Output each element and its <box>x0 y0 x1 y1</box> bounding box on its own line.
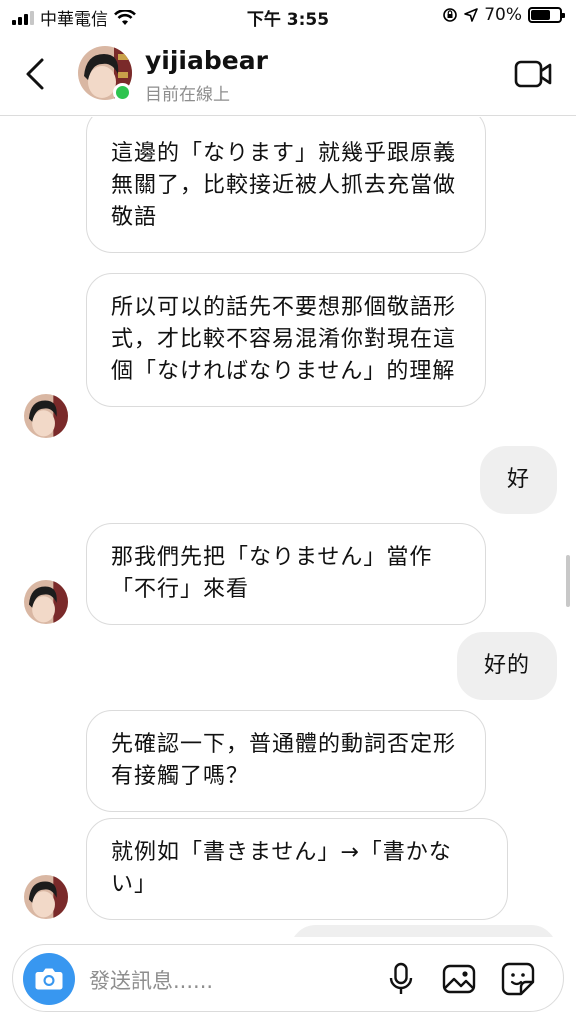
orientation-lock-icon <box>443 8 458 22</box>
sender-avatar[interactable] <box>24 394 68 438</box>
sender-avatar[interactable] <box>24 580 68 624</box>
message-bubble-incoming[interactable]: 這邊的「なります」就幾乎跟原義無關了，比較接近被人抓去充當做敬語 <box>86 117 486 253</box>
message-input[interactable]: 發送訊息...... <box>89 965 213 995</box>
message-thread[interactable]: 這邊的「なります」就幾乎跟原義無關了，比較接近被人抓去充當做敬語 所以可以的話先… <box>0 117 576 937</box>
video-call-icon[interactable] <box>514 59 552 89</box>
username[interactable]: yijiabear <box>145 46 268 75</box>
message-bubble-outgoing[interactable]: 好的 <box>457 632 557 700</box>
battery-icon <box>528 7 565 23</box>
message-bubble-incoming[interactable]: 所以可以的話先不要想那個敬語形式，才比較不容易混淆你對現在這個「なければなりませ… <box>86 273 486 407</box>
scroll-indicator[interactable] <box>566 555 570 607</box>
image-icon[interactable] <box>441 961 477 997</box>
sender-avatar[interactable] <box>24 875 68 919</box>
message-bubble-incoming[interactable]: 那我們先把「なりません」當作「不行」來看 <box>86 523 486 625</box>
battery-percent: 70% <box>484 5 522 25</box>
camera-button[interactable] <box>23 953 75 1005</box>
microphone-icon[interactable] <box>383 961 419 997</box>
conversation-header: yijiabear 目前在線上 <box>0 34 576 116</box>
battery-level <box>531 10 550 20</box>
presence-status: 目前在線上 <box>145 85 230 105</box>
back-icon[interactable] <box>22 56 52 92</box>
sticker-icon[interactable] <box>500 961 536 997</box>
location-icon <box>464 8 479 22</box>
message-bubble-outgoing[interactable]: 好 <box>480 446 557 514</box>
online-status-dot <box>113 83 132 102</box>
message-composer[interactable]: 發送訊息...... <box>12 944 564 1012</box>
message-bubble-incoming[interactable]: 先確認一下，普通體的動詞否定形有接觸了嗎？ <box>86 710 486 812</box>
message-bubble-outgoing-partial[interactable] <box>290 925 557 937</box>
status-bar: 中華電信 下午 3:55 70% <box>0 0 576 34</box>
status-right: 70% <box>442 5 565 25</box>
camera-icon <box>35 968 63 990</box>
message-bubble-incoming[interactable]: 就例如「書きません」→「書かない」 <box>86 818 508 920</box>
